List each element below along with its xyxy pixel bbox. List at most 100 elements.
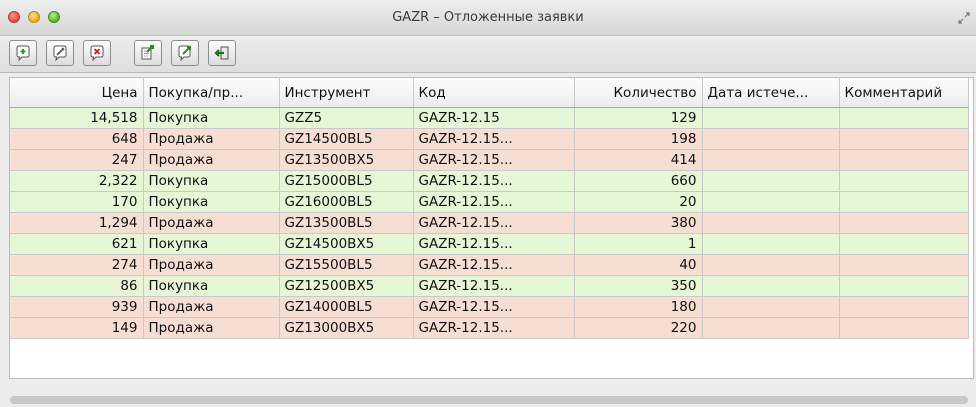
table-row[interactable]: 274 Продажа GZ15500BL5 GAZR-12.15... 40 [10,254,969,276]
comment-cell [839,233,969,255]
code-cell: GAZR-12.15 [413,107,575,129]
table-row[interactable]: 247 Продажа GZ13500BX5 GAZR-12.15... 414 [10,149,969,171]
instrument-cell: GZ15500BL5 [279,254,414,276]
code-cell: GAZR-12.15... [413,149,575,171]
side-cell: Покупка [143,275,280,297]
quantity-cell: 380 [574,212,703,234]
table-row[interactable]: 648 Продажа GZ14500BL5 GAZR-12.15... 198 [10,128,969,150]
price-cell: 1,294 [10,212,144,234]
comment-cell [839,170,969,192]
edit-order-button[interactable] [46,40,74,66]
code-cell: GAZR-12.15... [413,212,575,234]
price-cell: 648 [10,128,144,150]
expiry-date-cell [702,233,840,255]
quantity-cell: 660 [574,170,703,192]
instrument-cell: GZ13500BX5 [279,149,414,171]
instrument-cell: GZ13000BX5 [279,317,414,339]
comment-cell [839,317,969,339]
table-row[interactable]: 14,518 Покупка GZZ5 GAZR-12.15 129 [10,107,969,129]
price-cell: 621 [10,233,144,255]
price-cell: 2,322 [10,170,144,192]
side-cell: Покупка [143,107,280,129]
expiry-date-cell [702,107,840,129]
quantity-cell: 20 [574,191,703,213]
comment-cell [839,275,969,297]
code-cell: GAZR-12.15... [413,233,575,255]
table-row[interactable]: 621 Покупка GZ14500BX5 GAZR-12.15... 1 [10,233,969,255]
orders-window: GAZR – Отложенные заявки Цена Покупка/пр… [0,0,976,407]
add-order-icon [16,45,30,62]
instrument-cell: GZ14000BL5 [279,296,414,318]
table-row[interactable]: 1,294 Продажа GZ13500BL5 GAZR-12.15... 3… [10,212,969,234]
comment-cell [839,212,969,234]
side-cell: Продажа [143,317,280,339]
quantity-cell: 414 [574,149,703,171]
comment-cell [839,128,969,150]
price-cell: 170 [10,191,144,213]
expiry-date-cell [702,191,840,213]
fullscreen-icon[interactable] [958,12,970,24]
column-header-quantity[interactable]: Количество [574,78,703,108]
comment-cell [839,254,969,276]
toolbar [0,37,976,73]
title-bar[interactable]: GAZR – Отложенные заявки [0,0,976,36]
instrument-cell: GZ15000BL5 [279,170,414,192]
send-order-icon [178,45,191,62]
code-cell: GAZR-12.15... [413,296,575,318]
add-order-button[interactable] [9,40,37,66]
instrument-cell: GZ13500BL5 [279,212,414,234]
quantity-cell: 220 [574,317,703,339]
exit-button[interactable] [208,40,236,66]
window-title: GAZR – Отложенные заявки [392,10,584,25]
expiry-date-cell [702,254,840,276]
export-button[interactable] [134,40,162,66]
expiry-date-cell [702,128,840,150]
send-order-button[interactable] [171,40,199,66]
column-header-side[interactable]: Покупка/пр... [143,78,280,108]
table-row[interactable]: 149 Продажа GZ13000BX5 GAZR-12.15... 220 [10,317,969,339]
column-header-expiry-date[interactable]: Дата истече... [702,78,840,108]
expiry-date-cell [702,212,840,234]
table-header-row: Цена Покупка/пр... Инструмент Код Количе… [10,78,969,108]
instrument-cell: GZ16000BL5 [279,191,414,213]
expiry-date-cell [702,317,840,339]
edit-order-icon [53,45,67,62]
comment-cell [839,296,969,318]
price-cell: 939 [10,296,144,318]
expiry-date-cell [702,275,840,297]
column-header-comment[interactable]: Комментарий [839,78,969,108]
quantity-cell: 350 [574,275,703,297]
side-cell: Продажа [143,128,280,150]
quantity-cell: 40 [574,254,703,276]
side-cell: Продажа [143,254,280,276]
side-cell: Покупка [143,233,280,255]
side-cell: Продажа [143,212,280,234]
delete-order-button[interactable] [83,40,111,66]
table-row[interactable]: 170 Покупка GZ16000BL5 GAZR-12.15... 20 [10,191,969,213]
code-cell: GAZR-12.15... [413,170,575,192]
comment-cell [839,191,969,213]
code-cell: GAZR-12.15... [413,128,575,150]
quantity-cell: 198 [574,128,703,150]
quantity-cell: 129 [574,107,703,129]
comment-cell [839,149,969,171]
column-header-price[interactable]: Цена [10,78,144,108]
comment-cell [839,107,969,129]
table-row[interactable]: 86 Покупка GZ12500BX5 GAZR-12.15... 350 [10,275,969,297]
column-header-instrument[interactable]: Инструмент [279,78,414,108]
exit-icon [214,46,229,60]
code-cell: GAZR-12.15... [413,317,575,339]
instrument-cell: GZ14500BL5 [279,128,414,150]
table-row[interactable]: 939 Продажа GZ14000BL5 GAZR-12.15... 180 [10,296,969,318]
horizontal-scrollbar[interactable] [10,396,968,404]
instrument-cell: GZZ5 [279,107,414,129]
table-row[interactable]: 2,322 Покупка GZ15000BL5 GAZR-12.15... 6… [10,170,969,192]
orders-table[interactable]: Цена Покупка/пр... Инструмент Код Количе… [9,77,974,379]
code-cell: GAZR-12.15... [413,254,575,276]
expiry-date-cell [702,149,840,171]
price-cell: 86 [10,275,144,297]
price-cell: 247 [10,149,144,171]
expiry-date-cell [702,296,840,318]
column-header-code[interactable]: Код [413,78,575,108]
side-cell: Продажа [143,296,280,318]
